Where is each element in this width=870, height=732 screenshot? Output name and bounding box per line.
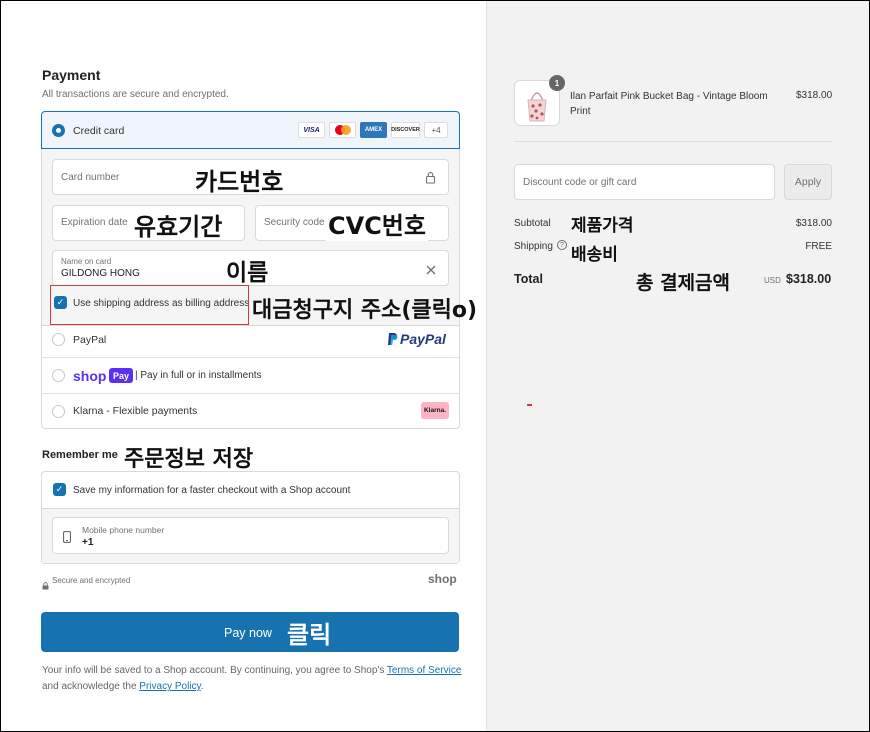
paypal-label: PayPal (73, 334, 107, 346)
terms-link[interactable]: Terms of Service (387, 665, 461, 676)
annotation-card-number: 카드번호 (195, 168, 284, 196)
summary-divider (514, 141, 832, 142)
annotation-pay-click: 클릭 (287, 621, 332, 649)
subtotal-value: $318.00 (795, 218, 832, 229)
total-currency: USD (764, 276, 781, 285)
product-price: $318.00 (796, 90, 833, 101)
payment-title: Payment (42, 67, 101, 83)
payment-subtitle: All transactions are secure and encrypte… (42, 89, 229, 100)
total-value: $318.00 (786, 272, 832, 286)
shipping-label: Shipping (514, 241, 553, 252)
phone-label: Mobile phone number (82, 525, 165, 535)
security-code-placeholder: Security code (264, 217, 325, 228)
phone-icon (63, 530, 71, 548)
red-mark (527, 404, 532, 406)
annotation-cvc: CVC번호 (326, 206, 428, 241)
secure-lock-icon (42, 577, 49, 595)
name-on-card-label: Name on card (61, 257, 112, 266)
shipping-value: FREE (805, 241, 832, 252)
discount-code-placeholder: Discount code or gift card (523, 177, 637, 188)
klarna-label: Klarna - Flexible payments (73, 405, 198, 417)
save-info-checkbox[interactable]: ✓ (53, 483, 66, 496)
check-icon: ✓ (55, 484, 64, 494)
mastercard-icon (329, 122, 356, 138)
footer-text-3: . (200, 681, 204, 692)
quantity-badge: 1 (549, 75, 565, 91)
product-name: Ilan Parfait Pink Bucket Bag - Vintage B… (570, 91, 768, 117)
annotation-billing: 대금청구지 주소(클릭o) (252, 298, 478, 323)
visa-icon: VISA (298, 122, 325, 138)
paypal-radio[interactable] (52, 333, 65, 346)
annotation-shipping-fee: 배송비 (571, 245, 618, 265)
card-brands: VISA AMEX DISCOVER +4 (298, 122, 448, 138)
apply-button[interactable]: Apply (784, 164, 832, 200)
clear-icon[interactable] (426, 262, 436, 280)
annotation-product-price: 제품가격 (571, 216, 634, 236)
phone-value: +1 (82, 537, 94, 548)
shop-pay-tag: Pay (109, 368, 134, 383)
annotation-total: 총 결제금액 (636, 272, 731, 294)
subtotal-label: Subtotal (514, 218, 551, 229)
credit-card-radio[interactable] (52, 124, 65, 137)
annotation-expiration: 유효기간 (134, 213, 223, 241)
amex-icon: AMEX (360, 122, 387, 138)
secure-text: Secure and encrypted (52, 576, 131, 585)
footer-consent: Your info will be saved to a Shop accoun… (42, 663, 462, 695)
shop-logo: shop (73, 368, 107, 384)
discover-icon: DISCOVER (391, 122, 420, 138)
privacy-link[interactable]: Privacy Policy (139, 681, 201, 692)
pay-now-label: Pay now (224, 626, 272, 640)
credit-card-label: Credit card (73, 125, 125, 137)
divider (42, 357, 459, 358)
remember-title: Remember me (42, 449, 118, 461)
divider (42, 393, 459, 394)
paypal-logo: PayPal (387, 331, 446, 347)
annotation-remember: 주문정보 저장 (124, 447, 254, 472)
footer-text-2: and acknowledge the (42, 681, 140, 692)
more-cards-badge: +4 (424, 122, 448, 138)
lock-icon (425, 171, 436, 189)
help-icon[interactable]: ? (557, 240, 567, 250)
expiration-placeholder: Expiration date (61, 217, 128, 228)
paypal-icon (388, 333, 398, 345)
billing-highlight-box (50, 285, 249, 325)
shop-pay-radio[interactable] (52, 369, 65, 382)
phone-field[interactable] (52, 517, 449, 554)
card-number-placeholder: Card number (61, 172, 120, 183)
paypal-wordmark: PayPal (400, 331, 446, 347)
name-on-card-value: GILDONG HONG (61, 268, 140, 279)
save-info-label: Save my information for a faster checkou… (73, 485, 351, 496)
annotation-name: 이름 (226, 260, 269, 286)
footer-text-1: Your info will be saved to a Shop accoun… (42, 665, 387, 676)
klarna-badge: Klarna. (421, 402, 449, 419)
shop-brand: shop (428, 572, 457, 586)
klarna-radio[interactable] (52, 405, 65, 418)
shop-pay-text: | Pay in full or in installments (135, 370, 262, 381)
total-label: Total (514, 272, 543, 286)
